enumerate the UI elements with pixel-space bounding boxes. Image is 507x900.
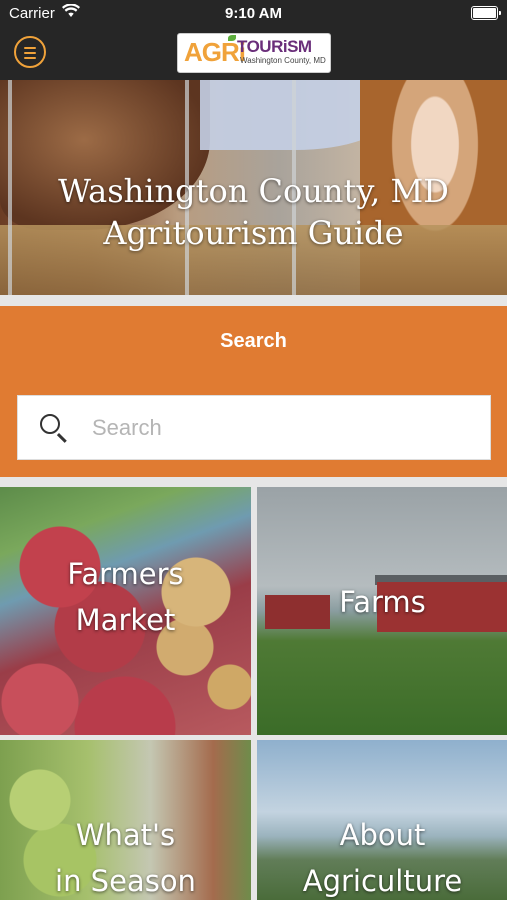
status-bar: Carrier 9:10 AM	[0, 0, 507, 28]
hamburger-menu-icon[interactable]	[14, 36, 46, 68]
clock: 9:10 AM	[225, 5, 282, 22]
hero-title-line1: Washington County, MD	[58, 172, 449, 210]
search-heading: Search	[220, 330, 287, 352]
logo-location-text: Washington County, MD	[240, 56, 326, 65]
leaf-icon	[228, 35, 236, 41]
tile-whats-in-season[interactable]: What's in Season	[0, 740, 251, 900]
logo-agri-text: AGRi	[184, 37, 246, 67]
logo-tourism-text: TOURiSM	[237, 37, 312, 56]
search-icon	[40, 414, 60, 434]
tile-label: What's in Season	[0, 812, 251, 900]
tile-label-line: Agriculture	[302, 864, 463, 898]
tile-about-agriculture[interactable]: About Agriculture	[257, 740, 507, 900]
tile-label: Farms	[257, 579, 507, 625]
tile-farms[interactable]: Farms	[257, 487, 507, 735]
hero-title-line2: Agritourism Guide	[103, 214, 404, 252]
agritourism-logo: AGRi TOURiSM Washington County, MD	[177, 33, 331, 73]
tile-label: Farmers Market	[0, 551, 251, 643]
search-box[interactable]	[17, 395, 491, 460]
navigation-bar: AGRi TOURiSM Washington County, MD	[0, 28, 507, 80]
tile-label-line: About	[339, 818, 426, 852]
search-input[interactable]	[90, 412, 474, 444]
search-panel: Search	[0, 306, 507, 477]
battery-icon	[471, 6, 501, 20]
tile-label-line: in Season	[55, 864, 196, 898]
tile-label-line: Market	[75, 603, 176, 637]
tile-label: About Agriculture	[257, 812, 507, 900]
tile-farmers-market[interactable]: Farmers Market	[0, 487, 251, 735]
tile-label-line: Farms	[339, 585, 426, 619]
hero-title: Washington County, MD Agritourism Guide	[0, 170, 507, 254]
hero-banner: Washington County, MD Agritourism Guide	[0, 80, 507, 295]
tile-label-line: Farmers	[67, 557, 184, 591]
tile-label-line: What's	[75, 818, 176, 852]
